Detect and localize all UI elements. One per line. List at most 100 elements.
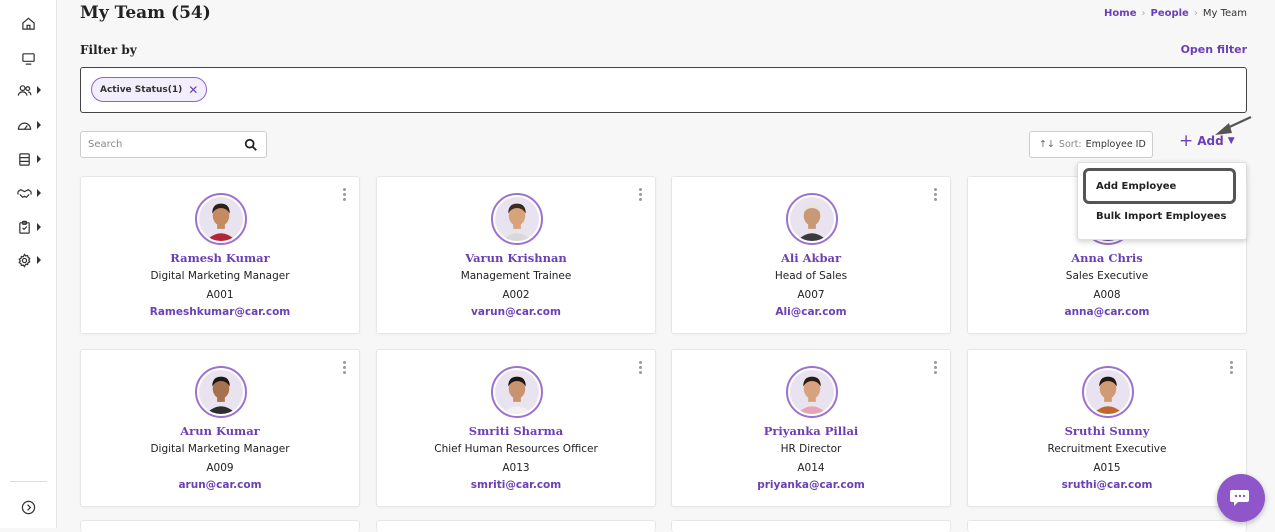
employee-id: A001 bbox=[206, 289, 234, 301]
employee-card-partial[interactable] bbox=[376, 520, 656, 532]
avatar bbox=[1082, 366, 1134, 418]
search-box bbox=[80, 131, 267, 158]
card-menu-icon[interactable] bbox=[343, 188, 347, 201]
avatar bbox=[786, 366, 838, 418]
search-input[interactable] bbox=[81, 132, 231, 157]
breadcrumb-people[interactable]: People bbox=[1150, 8, 1188, 19]
employee-id: A002 bbox=[502, 289, 530, 301]
employee-card-partial[interactable] bbox=[671, 520, 951, 532]
employee-name[interactable]: Ali Akbar bbox=[672, 251, 950, 265]
employee-email[interactable]: arun@car.com bbox=[81, 479, 359, 491]
sidebar-item-engagement[interactable] bbox=[0, 180, 57, 206]
avatar-portrait-icon bbox=[199, 197, 243, 241]
employee-role: Recruitment Executive bbox=[1047, 443, 1167, 455]
avatar-portrait-icon bbox=[495, 197, 539, 241]
card-menu-icon[interactable] bbox=[934, 361, 938, 374]
employee-email[interactable]: sruthi@car.com bbox=[968, 479, 1246, 491]
employee-name[interactable]: Arun Kumar bbox=[81, 424, 359, 438]
menu-item-bulk-import[interactable]: Bulk Import Employees bbox=[1096, 211, 1226, 222]
employee-card-partial[interactable] bbox=[80, 520, 360, 532]
expand-caret-icon bbox=[36, 155, 41, 163]
card-menu-icon[interactable] bbox=[343, 361, 347, 374]
gauge-icon bbox=[17, 122, 31, 130]
avatar bbox=[195, 193, 247, 245]
avatar-portrait-icon bbox=[495, 370, 539, 414]
filter-label: Filter by bbox=[80, 43, 137, 57]
sidebar-item-tasks[interactable] bbox=[0, 214, 57, 240]
card-menu-icon[interactable] bbox=[639, 188, 643, 201]
settings-icon bbox=[17, 252, 31, 268]
menu-item-add-employee[interactable]: Add Employee bbox=[1096, 181, 1176, 192]
pointer-arrow-icon bbox=[1215, 116, 1252, 135]
card-menu-icon[interactable] bbox=[934, 188, 938, 201]
employee-email[interactable]: varun@car.com bbox=[377, 306, 655, 318]
sidebar-item-performance[interactable] bbox=[0, 112, 57, 138]
employee-name[interactable]: Priyanka Pillai bbox=[672, 424, 950, 438]
employee-role: Chief Human Resources Officer bbox=[434, 443, 598, 455]
employee-role: Digital Marketing Manager bbox=[150, 270, 290, 282]
employee-name[interactable]: Anna Chris bbox=[968, 251, 1246, 265]
filter-chip-label: Active Status(1) bbox=[100, 84, 183, 95]
employee-card[interactable]: Arun Kumar Digital Marketing Manager A00… bbox=[80, 349, 360, 507]
sort-icon: ↑↓ bbox=[1039, 139, 1055, 150]
chat-button[interactable] bbox=[1217, 474, 1265, 522]
avatar-portrait-icon bbox=[199, 370, 243, 414]
employee-email[interactable]: smriti@car.com bbox=[377, 479, 655, 491]
employee-name[interactable]: Sruthi Sunny bbox=[968, 424, 1246, 438]
employee-email[interactable]: priyanka@car.com bbox=[672, 479, 950, 491]
sidebar bbox=[0, 0, 57, 528]
employee-role: Management Trainee bbox=[460, 270, 572, 282]
employee-email[interactable]: Rameshkumar@car.com bbox=[81, 306, 359, 318]
employee-card-partial[interactable] bbox=[967, 520, 1247, 532]
expand-caret-icon bbox=[36, 121, 41, 129]
card-menu-icon[interactable] bbox=[1230, 361, 1234, 374]
avatar bbox=[491, 193, 543, 245]
employee-name[interactable]: Varun Krishnan bbox=[377, 251, 655, 265]
avatar bbox=[491, 366, 543, 418]
sort-dropdown[interactable]: ↑↓ Sort: Employee ID bbox=[1029, 131, 1153, 158]
search-icon[interactable] bbox=[244, 138, 258, 152]
sidebar-divider bbox=[10, 481, 47, 482]
sort-label: Sort: bbox=[1058, 139, 1082, 150]
breadcrumb-home[interactable]: Home bbox=[1104, 8, 1136, 19]
employee-id: A009 bbox=[206, 462, 234, 474]
employee-role: Sales Executive bbox=[1065, 270, 1149, 282]
sidebar-item-home[interactable] bbox=[0, 10, 57, 36]
employee-role: HR Director bbox=[780, 443, 842, 455]
expand-caret-icon bbox=[36, 256, 41, 264]
home-icon bbox=[22, 17, 35, 30]
employee-card[interactable]: Sruthi Sunny Recruitment Executive A015 … bbox=[967, 349, 1247, 507]
expand-icon bbox=[21, 500, 36, 514]
employee-card[interactable]: Smriti Sharma Chief Human Resources Offi… bbox=[376, 349, 656, 507]
employee-email[interactable]: anna@car.com bbox=[968, 306, 1246, 318]
remove-chip-icon[interactable]: ✕ bbox=[188, 83, 198, 97]
monitor-icon bbox=[22, 52, 35, 65]
clipboard-icon bbox=[18, 220, 30, 234]
card-menu-icon[interactable] bbox=[639, 361, 643, 374]
employee-card[interactable]: Priyanka Pillai HR Director A014 priyank… bbox=[671, 349, 951, 507]
sidebar-item-settings[interactable] bbox=[0, 247, 57, 273]
people-icon bbox=[17, 84, 31, 96]
employee-card[interactable]: Ramesh Kumar Digital Marketing Manager A… bbox=[80, 176, 360, 334]
add-menu: Add Employee Bulk Import Employees bbox=[1077, 162, 1247, 240]
employee-role: Digital Marketing Manager bbox=[150, 443, 290, 455]
sidebar-item-dashboard[interactable] bbox=[0, 45, 57, 71]
employee-name[interactable]: Ramesh Kumar bbox=[81, 251, 359, 265]
employee-email[interactable]: Ali@car.com bbox=[672, 306, 950, 318]
expand-caret-icon bbox=[36, 223, 41, 231]
employee-card[interactable]: Varun Krishnan Management Trainee A002 v… bbox=[376, 176, 656, 334]
breadcrumb-separator: › bbox=[1141, 8, 1146, 19]
sidebar-item-records[interactable] bbox=[0, 146, 57, 172]
employee-name[interactable]: Smriti Sharma bbox=[377, 424, 655, 438]
avatar-portrait-icon bbox=[790, 370, 834, 414]
sidebar-item-people[interactable] bbox=[0, 77, 57, 103]
open-filter-link[interactable]: Open filter bbox=[1181, 43, 1247, 56]
plus-icon: + bbox=[1179, 131, 1194, 151]
employee-id: A014 bbox=[797, 462, 825, 474]
employee-card[interactable]: Ali Akbar Head of Sales A007 Ali@car.com bbox=[671, 176, 951, 334]
sidebar-expand-button[interactable] bbox=[0, 494, 57, 520]
employee-id: A007 bbox=[797, 289, 825, 301]
breadcrumb-current: My Team bbox=[1202, 8, 1247, 19]
avatar bbox=[195, 366, 247, 418]
main-content: My Team (54) Home › People › My Team Fil… bbox=[57, 0, 1275, 532]
